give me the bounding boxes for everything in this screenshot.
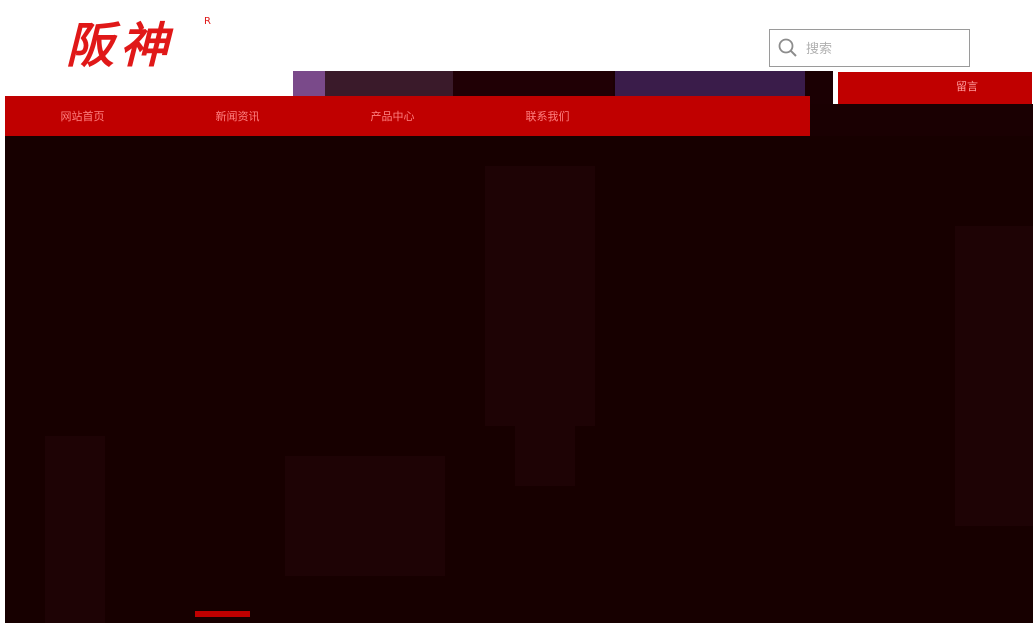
message-button[interactable]: 留言 xyxy=(838,72,1032,104)
search-input[interactable] xyxy=(804,34,968,64)
banner-shape xyxy=(45,436,105,623)
site-header: 阪神 R xyxy=(0,0,1033,74)
nav-item-home[interactable]: 网站首页 xyxy=(5,108,160,124)
banner-shape xyxy=(515,426,575,486)
nav-item-contact[interactable]: 联系我们 xyxy=(470,108,625,124)
logo[interactable]: 阪神 xyxy=(66,18,174,74)
nav-item-news[interactable]: 新闻资讯 xyxy=(160,108,315,124)
registered-mark: R xyxy=(204,16,211,27)
banner-shape xyxy=(955,226,1033,526)
nav-item-products[interactable]: 产品中心 xyxy=(315,108,470,124)
side-panel xyxy=(810,104,1033,140)
banner-shape xyxy=(485,166,595,426)
search-icon[interactable] xyxy=(778,38,798,58)
banner-shape xyxy=(285,456,445,576)
carousel-indicator[interactable] xyxy=(195,611,250,617)
main-nav: 网站首页 新闻资讯 产品中心 联系我们 xyxy=(5,96,810,136)
hero-banner xyxy=(5,136,1033,623)
search-box[interactable] xyxy=(769,29,970,67)
